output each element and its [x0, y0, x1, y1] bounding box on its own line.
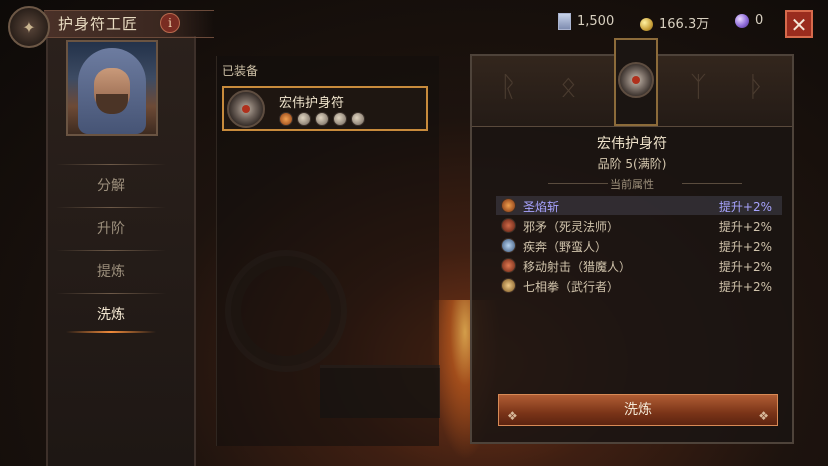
seven-sided-strike-skill-icon [501, 278, 516, 293]
sidebar-item-extract[interactable]: 提炼 [56, 252, 166, 292]
current-attributes-label: 当前属性 [610, 178, 654, 191]
purple-orb-icon [735, 13, 749, 28]
rune-decoration-icon: ᚱ [500, 70, 517, 103]
button-ornament-icon: ❖ [507, 409, 518, 423]
info-icon[interactable]: i [160, 13, 180, 33]
bone-spear-skill-icon [501, 218, 516, 233]
material-icon [558, 13, 571, 30]
attribute-value: 提升+2% [718, 200, 772, 214]
gold-coin-icon [640, 18, 653, 31]
holy-flame-affix-icon [279, 112, 293, 126]
subtitle-divider [682, 183, 742, 184]
fist-affix-icon [351, 112, 365, 126]
evasive-shot-skill-icon [501, 258, 516, 273]
charm-icon [227, 90, 265, 128]
sidebar-item-reforge[interactable]: 洗炼 [56, 295, 166, 335]
sprint-affix-icon [315, 112, 329, 126]
close-button[interactable]: ✕ [785, 10, 813, 38]
npc-portrait [66, 40, 158, 136]
attribute-name: 移动射击（猎魔人） [523, 260, 632, 274]
equipped-section-label: 已装备 [222, 64, 259, 78]
attribute-value: 提升+2% [718, 240, 772, 254]
reforge-button-label: 洗炼 [624, 402, 652, 418]
rune-decoration-icon: ᛟ [560, 70, 577, 103]
resource-gold: 166.3万 [640, 13, 709, 32]
rune-decoration-icon: ᚦ [748, 70, 765, 103]
button-ornament-icon: ❖ [758, 409, 769, 423]
charm-preview-icon [618, 62, 654, 98]
spear-affix-icon [297, 112, 311, 126]
rune-decoration-icon: ᛉ [690, 70, 707, 103]
attribute-name: 疾奔（野蛮人） [523, 240, 608, 254]
menu-divider [56, 207, 166, 208]
top-bar: ✦ 护身符工匠 i 1,500 166.3万 0 ✕ [0, 0, 828, 48]
holy-flame-skill-icon [501, 198, 516, 213]
attribute-value: 提升+2% [718, 260, 772, 274]
menu-divider [56, 164, 166, 165]
equipped-charm-name: 宏伟护身符 [279, 96, 345, 111]
attribute-row: 疾奔（野蛮人） 提升+2% [496, 236, 782, 255]
orb-count: 0 [755, 13, 764, 28]
attribute-row: 移动射击（猎魔人） 提升+2% [496, 256, 782, 275]
material-count: 1,500 [577, 14, 615, 29]
attribute-value: 提升+2% [718, 220, 772, 234]
attribute-row: 圣焰斩 提升+2% [496, 196, 782, 215]
attribute-name: 七相拳（武行者） [523, 280, 620, 294]
menu-divider [56, 250, 166, 251]
sidebar-item-salvage[interactable]: 分解 [56, 166, 166, 206]
gold-count: 166.3万 [659, 17, 710, 32]
affix-icon-row [279, 111, 369, 126]
attribute-row: 七相拳（武行者） 提升+2% [496, 276, 782, 295]
resource-orb: 0 [735, 13, 763, 28]
arrow-affix-icon [333, 112, 347, 126]
charm-detail-name: 宏伟护身符 [597, 136, 667, 152]
attribute-value: 提升+2% [718, 280, 772, 294]
menu-divider [56, 293, 166, 294]
attribute-list: 圣焰斩 提升+2% 邪矛（死灵法师） 提升+2% 疾奔（野蛮人） 提升+2% 移… [496, 196, 782, 296]
attribute-row: 邪矛（死灵法师） 提升+2% [496, 216, 782, 235]
resource-material: 1,500 [558, 13, 614, 30]
active-tab-indicator [66, 331, 156, 333]
reforge-button[interactable]: ❖ 洗炼 ❖ [498, 394, 778, 426]
sidebar-item-upgrade[interactable]: 升阶 [56, 209, 166, 249]
attribute-name: 邪矛（死灵法师） [523, 220, 620, 234]
jeweler-emblem-icon: ✦ [8, 6, 50, 48]
page-title: 护身符工匠 [58, 15, 139, 33]
attribute-name: 圣焰斩 [523, 200, 560, 214]
sprint-skill-icon [501, 238, 516, 253]
charm-grade: 品阶 5(满阶) [597, 157, 667, 171]
